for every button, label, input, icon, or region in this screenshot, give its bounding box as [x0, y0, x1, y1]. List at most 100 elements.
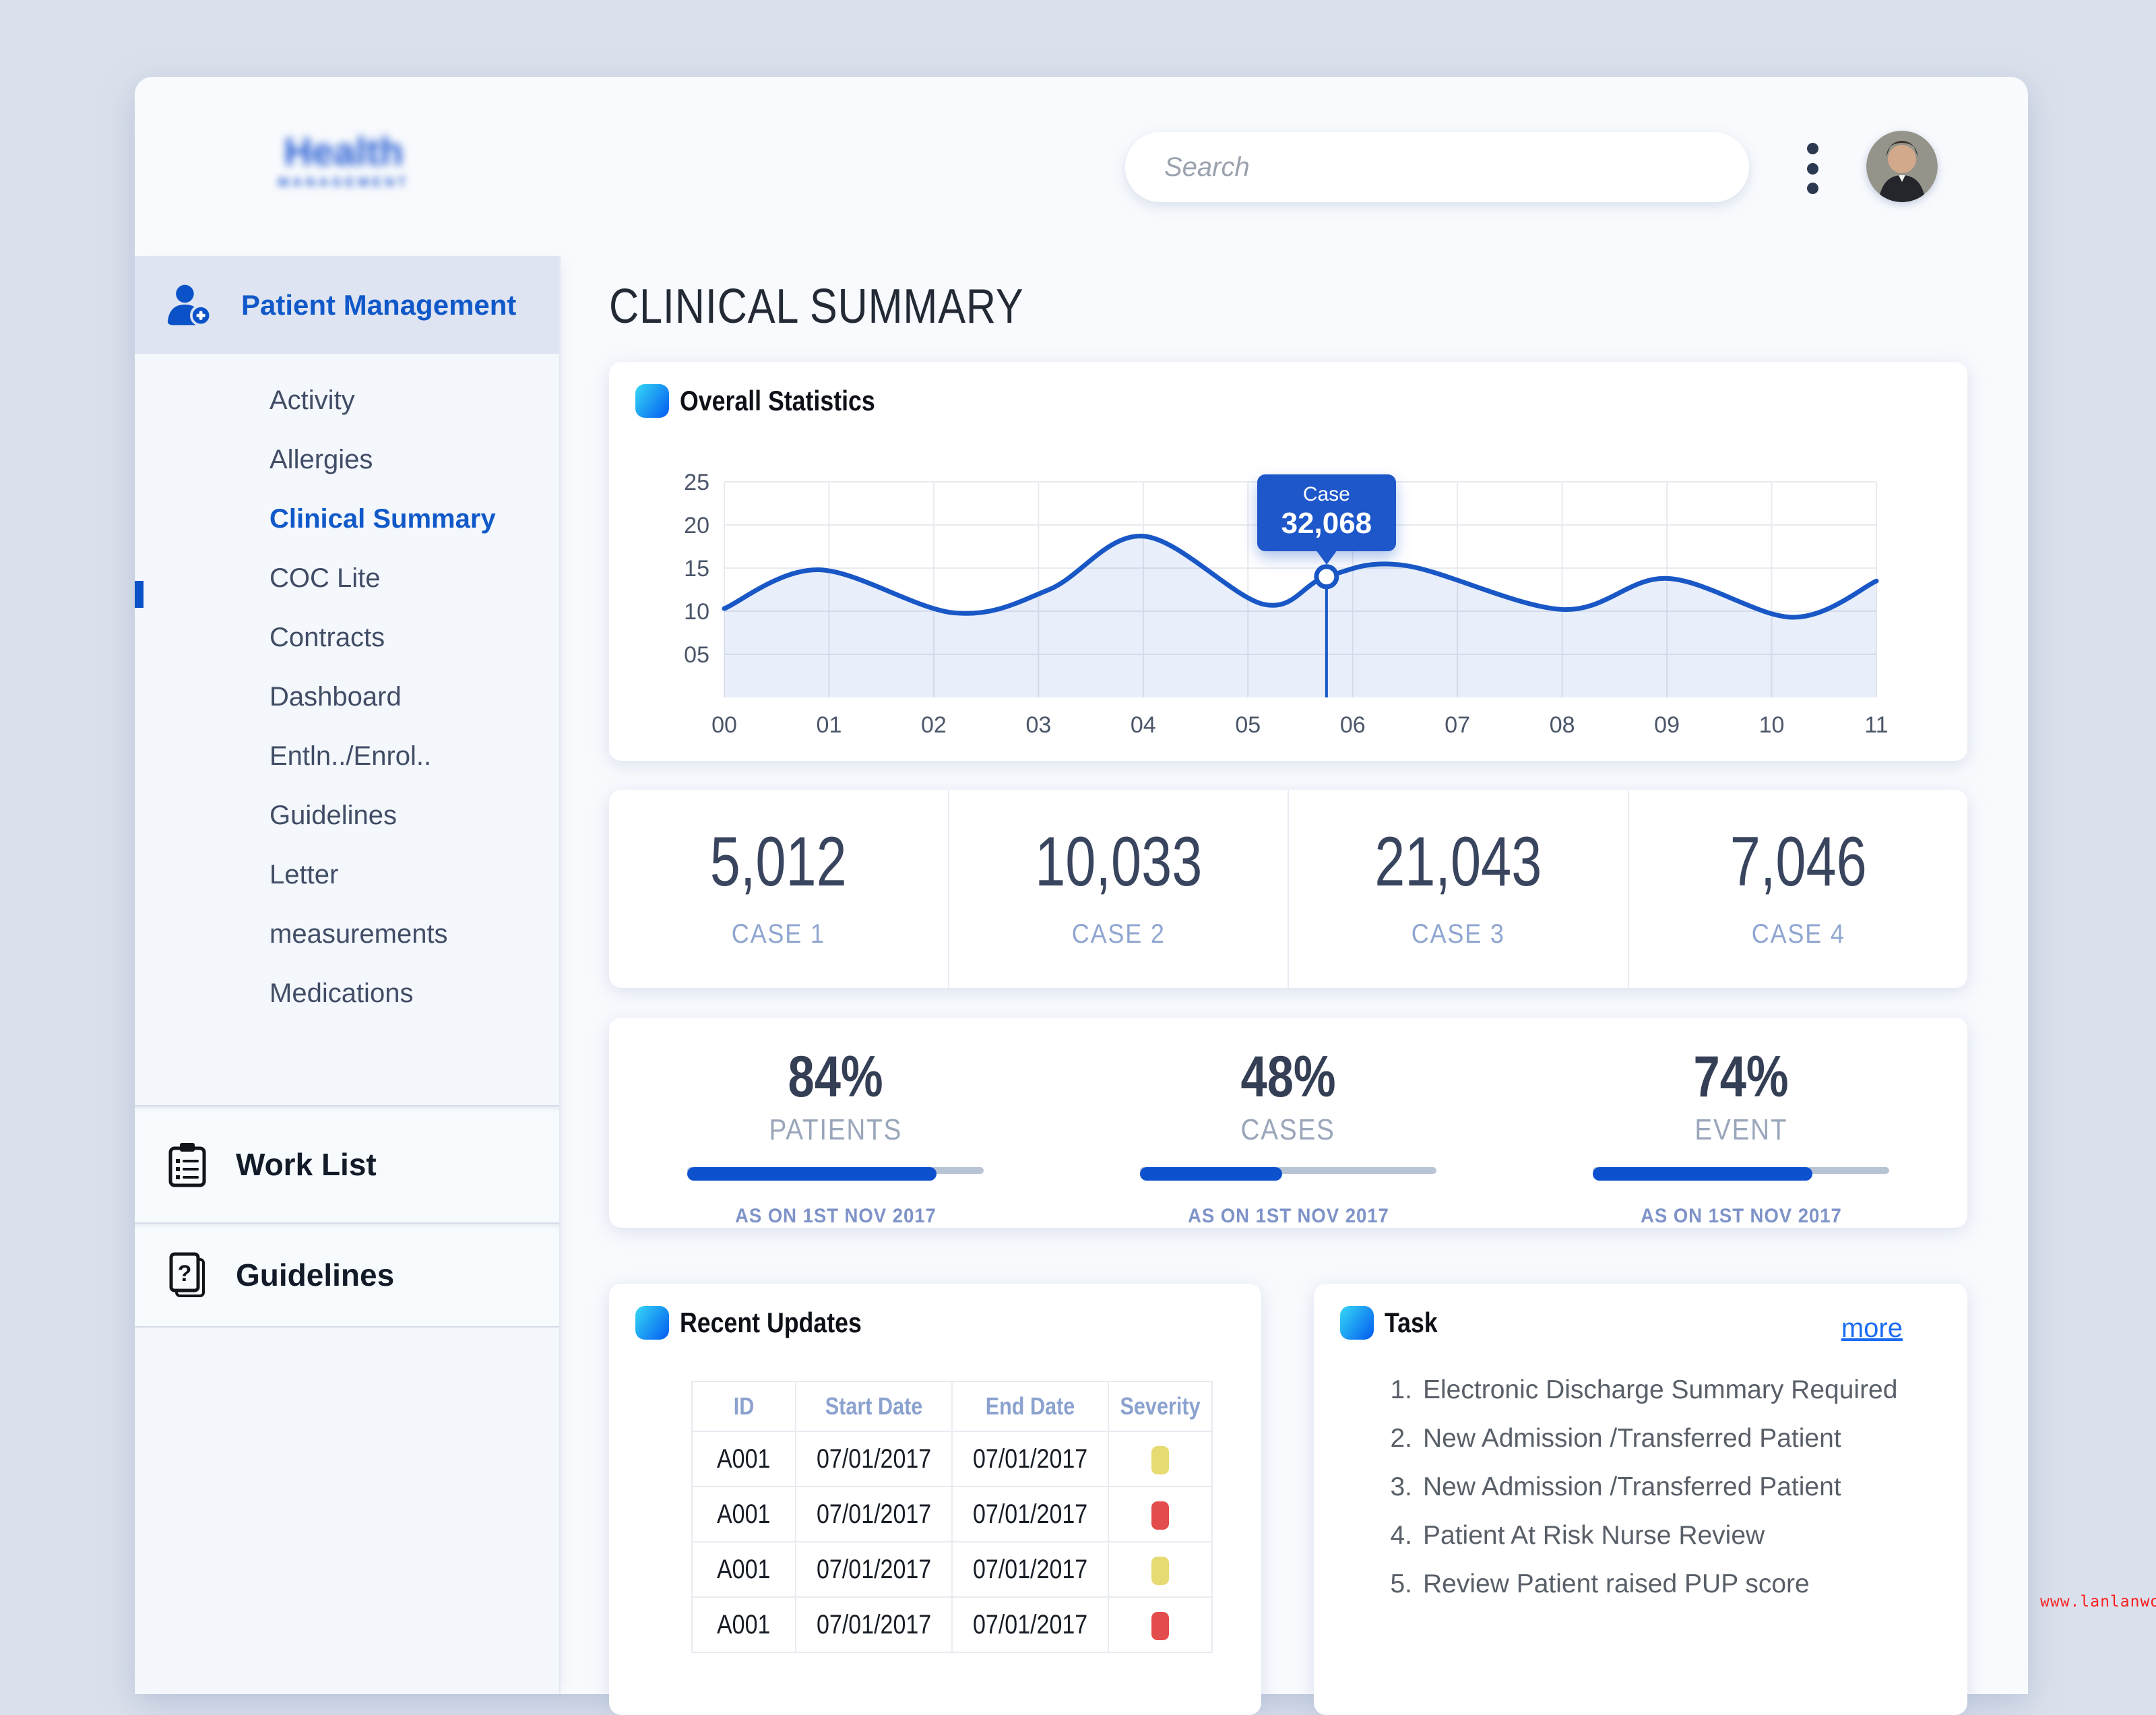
table-row[interactable]: A00107/01/201707/01/2017: [692, 1431, 1212, 1487]
task-number: 5.: [1378, 1569, 1412, 1599]
user-avatar[interactable]: [1866, 131, 1938, 202]
logo-title: Health: [256, 131, 431, 174]
sidebar-item-activity[interactable]: Activity: [135, 371, 559, 430]
stat-value: 10,033: [986, 825, 1250, 899]
x-tick-label: 11: [1864, 712, 1888, 738]
stat-value: 21,043: [1326, 825, 1590, 899]
task-item[interactable]: 2.New Admission /Transferred Patient: [1378, 1414, 1897, 1463]
chart-tooltip: Case32,068: [1257, 474, 1396, 551]
progress-label: PATIENTS: [769, 1113, 902, 1147]
task-item[interactable]: 4. Patient At Risk Nurse Review: [1378, 1511, 1897, 1560]
task-number: 4.: [1378, 1521, 1412, 1551]
x-tick-label: 01: [817, 712, 842, 738]
progress-bar-fill: [1593, 1167, 1812, 1181]
severity-chip: [1151, 1612, 1169, 1640]
table-cell: 07/01/2017: [952, 1542, 1108, 1597]
x-tick-label: 07: [1445, 712, 1470, 738]
stat-label: CASE 2: [966, 919, 1271, 949]
document-question-icon: ?: [166, 1251, 209, 1299]
card-heading: Task: [1385, 1307, 1447, 1339]
gradient-square-icon: [1340, 1306, 1374, 1340]
more-link[interactable]: more: [1841, 1313, 1903, 1344]
sidebar-item-letter[interactable]: Letter: [135, 845, 559, 904]
task-text: Review Patient raised PUP score: [1423, 1569, 1810, 1599]
table-row[interactable]: A00107/01/201707/01/2017: [692, 1597, 1212, 1652]
x-tick-label: 06: [1340, 712, 1366, 738]
table-cell: 07/01/2017: [796, 1487, 952, 1542]
tooltip-value: 32,068: [1257, 507, 1396, 540]
task-text: New Admission /Transferred Patient: [1423, 1472, 1841, 1502]
task-list: 1. Electronic Discharge Summary Required 2…: [1378, 1366, 1897, 1609]
table-row[interactable]: A00107/01/201707/01/2017: [692, 1487, 1212, 1542]
main-panel: Health MANAGEMENT Patient Ma: [135, 77, 2028, 1694]
table-cell: 07/01/2017: [796, 1431, 952, 1487]
table-row[interactable]: A00107/01/201707/01/2017: [692, 1542, 1212, 1597]
table-header-row: IDStart DateEnd DateSeverity: [692, 1381, 1212, 1431]
stat-cell: 21,043CASE 3: [1288, 790, 1628, 988]
recent-updates-card: Recent Updates IDStart DateEnd DateSever…: [609, 1284, 1261, 1715]
sidebar-item-entln-enrol-[interactable]: Entln../Enrol..: [135, 726, 559, 786]
severity-cell: [1108, 1597, 1212, 1652]
sidebar-item-clinical-summary[interactable]: Clinical Summary: [135, 489, 559, 549]
logo-subtitle: MANAGEMENT: [256, 175, 431, 191]
sidebar-item-medications[interactable]: Medications: [135, 964, 559, 1023]
table-cell: 07/01/2017: [952, 1431, 1108, 1487]
progress-caption: AS ON 1ST NOV 2017: [735, 1205, 937, 1228]
severity-chip: [1151, 1446, 1169, 1474]
more-options-kebab-icon[interactable]: [1799, 143, 1826, 194]
progress-percent: 74%: [1693, 1046, 1788, 1108]
x-tick-label: 09: [1654, 712, 1680, 738]
sidebar-items: ActivityAllergiesClinical SummaryCOC Lit…: [135, 371, 559, 1023]
sidebar-item-contracts[interactable]: Contracts: [135, 608, 559, 667]
stat-label: CASE 1: [626, 919, 930, 949]
sidebar-item-coc-lite[interactable]: COC Lite: [135, 549, 559, 608]
sidebar-item-allergies[interactable]: Allergies: [135, 430, 559, 489]
sidebar: Patient Management ActivityAllergiesClin…: [135, 256, 561, 1694]
stat-cell: 10,033 CASE 2: [948, 790, 1288, 988]
sidebar-item-guidelines[interactable]: Guidelines: [135, 786, 559, 845]
sidebar-item-work-list[interactable]: Work List: [135, 1105, 559, 1222]
card-header: Task: [1340, 1306, 1447, 1340]
column-header: Severity: [1108, 1381, 1212, 1431]
table-cell: A001: [692, 1597, 796, 1652]
chart-marker[interactable]: [1317, 567, 1337, 587]
card-heading: Recent Updates: [680, 1307, 893, 1339]
progress-column: 48%CASESAS ON 1ST NOV 2017: [1062, 1018, 1515, 1228]
person-add-icon: [166, 284, 214, 327]
sidebar-item-measurements[interactable]: measurements: [135, 904, 559, 964]
y-tick-label: 25: [684, 470, 709, 495]
column-header: ID: [692, 1381, 796, 1431]
overall-statistics-chart: 0001020304050607080910110510152025Case32…: [640, 445, 1961, 761]
progress-caption: AS ON 1ST NOV 2017: [1641, 1205, 1842, 1228]
table-cell: 07/01/2017: [952, 1487, 1108, 1542]
x-tick-label: 00: [711, 712, 737, 738]
case-stats-card: 5,012CASE 110,033CASE 221,043CASE 37,046…: [609, 790, 1967, 988]
x-tick-label: 02: [921, 712, 947, 738]
task-number: 1.: [1378, 1375, 1412, 1405]
severity-chip: [1151, 1557, 1169, 1585]
x-tick-label: 05: [1235, 712, 1261, 738]
sidebar-item-guidelines[interactable]: ? Guidelines: [135, 1222, 559, 1328]
task-text: Electronic Discharge Summary Required: [1423, 1375, 1897, 1405]
task-item[interactable]: 3.New Admission /Transferred Patient: [1378, 1463, 1897, 1511]
task-text: Patient At Risk Nurse Review: [1423, 1521, 1765, 1551]
progress-column: 84%PATIENTSAS ON 1ST NOV 2017: [609, 1018, 1062, 1228]
table-cell: A001: [692, 1431, 796, 1487]
sidebar-section-label: Patient Management: [241, 289, 516, 321]
sidebar-item-dashboard[interactable]: Dashboard: [135, 667, 559, 726]
search-input[interactable]: [1125, 132, 1749, 202]
task-item[interactable]: 5. Review Patient raised PUP score: [1378, 1560, 1897, 1609]
clipboard-icon: [166, 1141, 209, 1188]
table-cell: A001: [692, 1487, 796, 1542]
progress-bar: [1593, 1167, 1889, 1174]
progress-bar-fill: [1140, 1167, 1282, 1181]
sidebar-section-patient-management[interactable]: Patient Management: [135, 256, 559, 354]
sidebar-item-label: Work List: [236, 1146, 377, 1183]
watermark: www.lanlanwork.com: [2040, 1593, 2156, 1611]
progress-card: 84%PATIENTSAS ON 1ST NOV 201748%CASESAS …: [609, 1018, 1967, 1228]
recent-updates-table: IDStart DateEnd DateSeverityA00107/01/20…: [691, 1381, 1213, 1653]
task-text: New Admission /Transferred Patient: [1423, 1424, 1841, 1454]
x-tick-label: 08: [1550, 712, 1575, 738]
app-logo[interactable]: Health MANAGEMENT: [256, 131, 431, 191]
task-item[interactable]: 1. Electronic Discharge Summary Required: [1378, 1366, 1897, 1414]
